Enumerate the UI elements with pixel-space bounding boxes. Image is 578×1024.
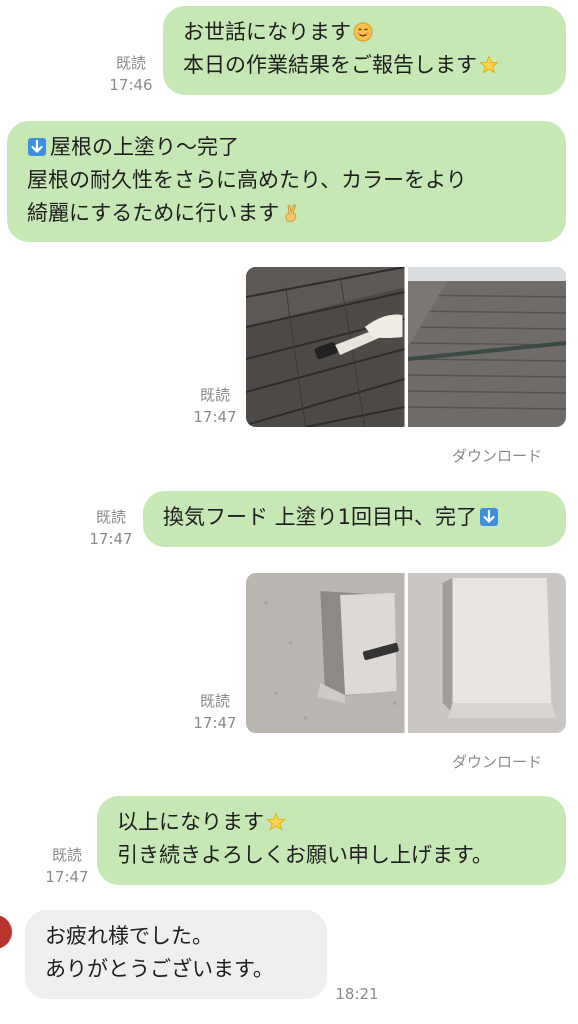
photo-vent-hood-painting[interactable] bbox=[246, 573, 405, 733]
message-text: 換気フード 上塗り1回目中、完了 bbox=[163, 505, 478, 529]
message-text: お疲れ様でした。 bbox=[45, 924, 213, 948]
message-text: 以上になります bbox=[117, 810, 264, 834]
read-status: 既読 17:47 bbox=[184, 384, 246, 428]
timestamp: 17:47 bbox=[193, 408, 237, 426]
message-text: お世話になります bbox=[183, 20, 351, 44]
message-bubble-greeting[interactable]: お世話になります 本日の作業結果をご報告します bbox=[163, 6, 566, 95]
message-text: 引き続きよろしくお願い申し上げます。 bbox=[117, 843, 493, 867]
smiling-face-icon bbox=[353, 22, 373, 42]
read-status: 既読 17:47 bbox=[184, 690, 246, 734]
message-text: 綺麗にするために行います bbox=[27, 201, 280, 225]
message-text: ありがとうございます。 bbox=[45, 957, 274, 981]
timestamp: 17:47 bbox=[89, 530, 133, 548]
message-text: 屋根の上塗り〜完了 bbox=[50, 135, 239, 159]
photo-album-vent-hood[interactable] bbox=[246, 573, 566, 733]
message-text: 屋根の耐久性をさらに高めたり、カラーをより bbox=[27, 168, 467, 192]
down-arrow-icon bbox=[27, 137, 47, 157]
message-bubble-closing[interactable]: 以上になります 引き続きよろしくお願い申し上げます。 bbox=[97, 796, 566, 885]
message-bubble-roof-topcoat[interactable]: 屋根の上塗り〜完了 屋根の耐久性をさらに高めたり、カラーをより 綺麗にするために… bbox=[7, 121, 566, 242]
avatar[interactable] bbox=[0, 915, 12, 949]
read-status: 既読 17:47 bbox=[80, 506, 142, 550]
read-label: 既読 bbox=[199, 386, 230, 404]
read-label: 既読 bbox=[95, 508, 126, 526]
download-link[interactable]: ダウンロード bbox=[452, 445, 542, 466]
message-text: 本日の作業結果をご報告します bbox=[183, 53, 477, 77]
timestamp: 17:46 bbox=[109, 76, 153, 94]
photo-vent-hood-painted[interactable] bbox=[407, 573, 566, 733]
read-label: 既読 bbox=[115, 54, 146, 72]
down-arrow-icon bbox=[479, 507, 499, 527]
peace-hand-icon bbox=[281, 203, 301, 223]
read-label: 既読 bbox=[51, 846, 82, 864]
read-status: 既読 17:47 bbox=[36, 844, 98, 888]
photo-album-roof[interactable] bbox=[246, 267, 566, 427]
download-link[interactable]: ダウンロード bbox=[452, 751, 542, 772]
timestamp: 18:21 bbox=[335, 985, 379, 1003]
photo-roof-painted[interactable] bbox=[407, 267, 566, 427]
read-status: 既読 17:46 bbox=[100, 52, 162, 96]
star-icon bbox=[266, 812, 286, 832]
read-label: 既読 bbox=[199, 692, 230, 710]
timestamp: 17:47 bbox=[45, 868, 89, 886]
message-bubble-incoming-thanks[interactable]: お疲れ様でした。 ありがとうございます。 bbox=[25, 910, 327, 999]
timestamp: 17:47 bbox=[193, 714, 237, 732]
message-bubble-vent-hood[interactable]: 換気フード 上塗り1回目中、完了 bbox=[143, 491, 566, 547]
star-icon bbox=[479, 55, 499, 75]
photo-roof-painting[interactable] bbox=[246, 267, 405, 427]
